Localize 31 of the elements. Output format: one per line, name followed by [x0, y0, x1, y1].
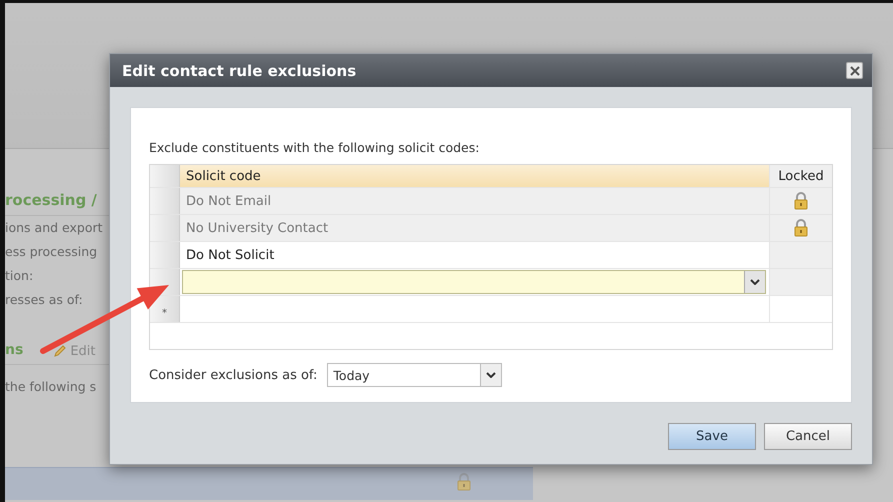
field-label: ions and export: [5, 219, 104, 237]
dialog-title: Edit contact rule exclusions: [122, 62, 356, 80]
column-header[interactable]: Locked: [769, 165, 832, 187]
row-selector[interactable]: [150, 188, 180, 214]
row-selector[interactable]: [150, 165, 180, 187]
cancel-button[interactable]: Cancel: [764, 423, 852, 450]
close-icon: [850, 66, 860, 76]
field-label: tion:: [5, 267, 34, 285]
description-text: the following s: [5, 378, 98, 396]
pencil-icon: [53, 344, 68, 358]
column-header[interactable]: Solicit code: [180, 165, 769, 187]
date-dropdown[interactable]: Today: [327, 363, 502, 387]
table-cell: No University Contact: [186, 220, 328, 236]
row-selector[interactable]: [150, 242, 180, 268]
field-label: resses as of:: [5, 291, 84, 309]
row-selector[interactable]: [150, 215, 180, 241]
lock-icon: [794, 192, 808, 210]
lock-icon: [794, 219, 808, 237]
save-button[interactable]: Save: [668, 423, 756, 450]
field-label: Consider exclusions as of:: [149, 368, 318, 382]
row-selector[interactable]: *: [150, 296, 180, 322]
chevron-down-icon: [750, 279, 760, 285]
table-cell: Do Not Email: [186, 194, 272, 208]
close-button[interactable]: [846, 62, 863, 79]
field-label: ess processing: [5, 243, 98, 261]
solicit-code-dropdown[interactable]: [182, 270, 766, 294]
instruction-text: Exclude constituents with the following solicit codes:: [149, 140, 480, 155]
new-row-marker: *: [162, 308, 167, 321]
table-cell: Do Not Solicit: [186, 248, 274, 262]
section-heading: ns: [5, 341, 24, 360]
chevron-down-icon: [486, 372, 496, 378]
